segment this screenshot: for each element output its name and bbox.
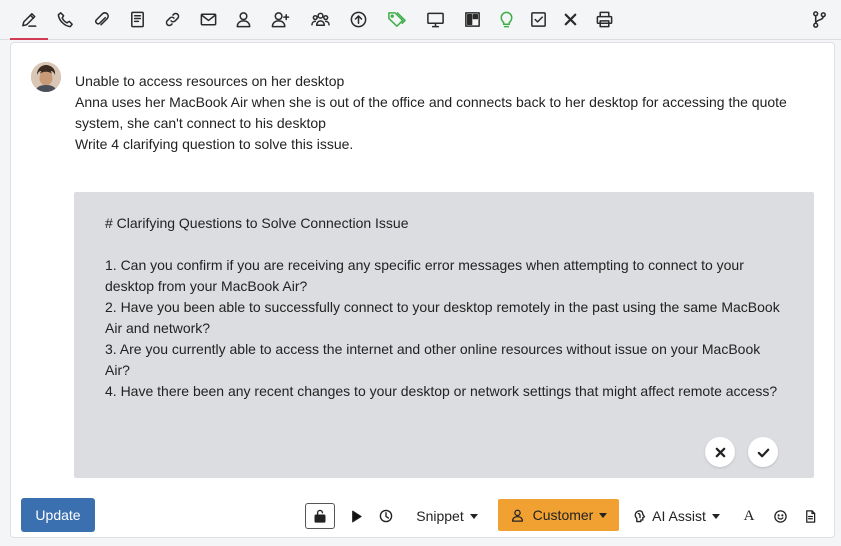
play-icon <box>351 510 362 522</box>
link-icon[interactable] <box>157 5 187 33</box>
chevron-down-icon <box>469 513 478 519</box>
close-icon <box>715 447 725 457</box>
customer-dropdown[interactable]: Customer <box>498 499 619 531</box>
user-plus-icon[interactable] <box>265 5 295 33</box>
compose-card: Unable to access resources on her deskto… <box>10 42 835 538</box>
arrow-up-circle-icon[interactable] <box>343 5 373 33</box>
user-icon[interactable] <box>228 5 258 33</box>
chevron-down-icon <box>599 512 608 518</box>
reject-button[interactable] <box>705 437 735 467</box>
ai-assist-dropdown[interactable]: AI Assist <box>631 503 721 529</box>
book-icon[interactable] <box>122 5 152 33</box>
brain-icon <box>634 510 646 523</box>
accept-button[interactable] <box>748 437 778 467</box>
message-body: Unable to access resources on her deskto… <box>75 71 815 155</box>
envelope-icon[interactable] <box>193 5 223 33</box>
user-icon <box>511 509 523 522</box>
ai-assist-label: AI Assist <box>652 508 706 524</box>
schedule-button[interactable] <box>375 505 397 527</box>
snippet-dropdown[interactable]: Snippet <box>409 503 485 529</box>
monitor-icon[interactable] <box>420 5 450 33</box>
snippet-label: Snippet <box>416 508 464 524</box>
message-description: Anna uses her MacBook Air when she is ou… <box>75 94 791 131</box>
printer-icon[interactable] <box>589 5 619 33</box>
lock-toggle-button[interactable] <box>305 503 335 529</box>
update-button[interactable]: Update <box>21 498 95 532</box>
ai-response-text: # Clarifying Questions to Solve Connecti… <box>105 215 780 399</box>
emoji-button[interactable] <box>769 505 791 527</box>
ai-response-panel: # Clarifying Questions to Solve Connecti… <box>74 192 814 478</box>
clock-icon <box>379 509 393 523</box>
message-subject: Unable to access resources on her deskto… <box>75 73 345 89</box>
avatar <box>31 62 61 92</box>
close-icon[interactable] <box>555 5 585 33</box>
active-tab-indicator <box>10 38 48 40</box>
check-icon <box>757 448 769 457</box>
paperclip-icon[interactable] <box>86 5 116 33</box>
lightbulb-icon[interactable] <box>491 5 521 33</box>
message-prompt: Write 4 clarifying question to solve thi… <box>75 136 354 152</box>
top-toolbar <box>0 0 841 40</box>
play-button[interactable] <box>345 505 367 527</box>
edit-icon[interactable] <box>14 5 44 33</box>
document-icon <box>805 509 815 523</box>
layout-icon[interactable] <box>457 5 487 33</box>
unlock-icon <box>314 509 326 523</box>
users-icon[interactable] <box>305 5 335 33</box>
font-format-button[interactable]: A <box>739 505 759 527</box>
smiley-icon <box>773 509 787 523</box>
template-button[interactable] <box>799 505 821 527</box>
customer-label: Customer <box>532 507 594 523</box>
tags-icon[interactable] <box>381 5 411 33</box>
checkbox-icon[interactable] <box>523 5 553 33</box>
chevron-down-icon <box>711 513 720 519</box>
branch-icon[interactable] <box>804 5 834 33</box>
phone-icon[interactable] <box>50 5 80 33</box>
